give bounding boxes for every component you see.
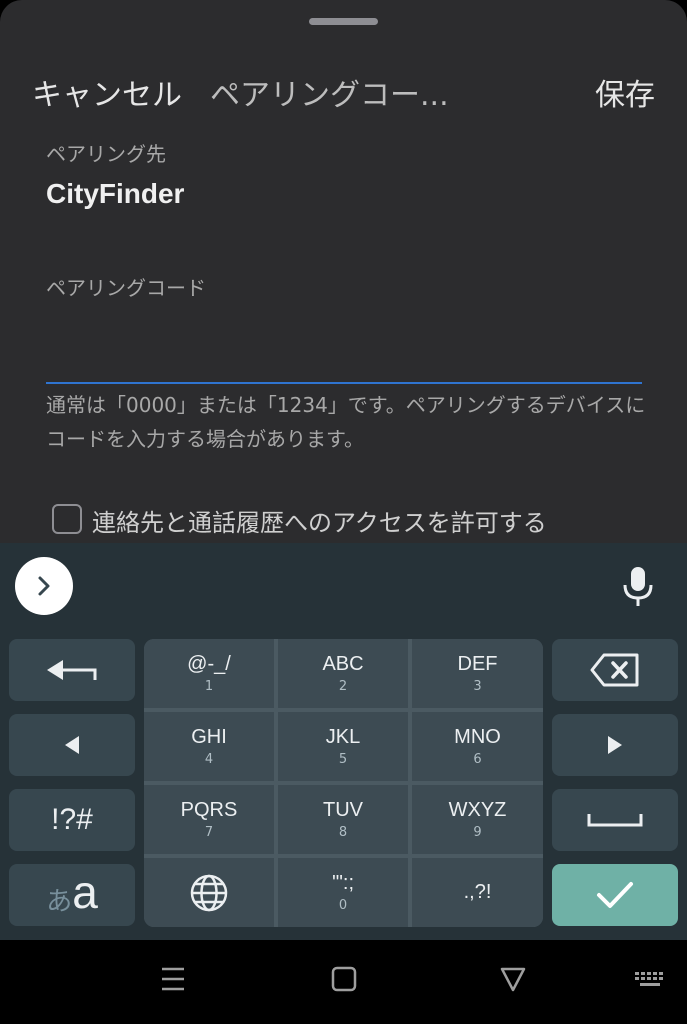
save-button[interactable]: 保存 — [595, 74, 655, 118]
key-5[interactable]: JKL 5 — [278, 712, 408, 781]
microphone-icon[interactable] — [620, 565, 656, 607]
on-screen-keyboard: !?# あ a @-_/ 1 ABC 2 DEF 3 GHI 4 JKL 5 MNO 6 P… — [0, 543, 687, 940]
key-0-sub: 0 — [338, 898, 348, 913]
key-6-main: MNO — [454, 726, 501, 748]
cancel-button[interactable]: キャンセル — [32, 74, 182, 118]
key-3-sub: 3 — [473, 679, 482, 694]
symbols-key[interactable]: !?# — [9, 789, 135, 851]
key-2-main: ABC — [322, 653, 364, 675]
contacts-access-label[interactable]: 連絡先と通話履歴へのアクセスを許可する — [92, 503, 547, 538]
numpad: @-_/ 1 ABC 2 DEF 3 GHI 4 JKL 5 MNO 6 PQRS 7 TUV… — [144, 639, 543, 927]
pairing-target-label: ペアリング先 — [46, 142, 166, 166]
key-5-main: JKL — [325, 726, 361, 748]
pairing-target-value: CityFinder — [46, 178, 185, 209]
key-3-main: DEF — [457, 653, 498, 675]
space-key[interactable] — [552, 789, 678, 851]
cursor-left-key[interactable] — [9, 714, 135, 776]
key-9[interactable]: WXYZ 9 — [412, 785, 543, 854]
key-punctuation-main: .,?! — [463, 881, 492, 903]
key-4-sub: 4 — [204, 752, 214, 767]
home-icon[interactable] — [331, 964, 357, 994]
space-icon — [587, 814, 643, 827]
confirm-key[interactable] — [552, 864, 678, 926]
key-4[interactable]: GHI 4 — [144, 712, 274, 781]
key-3[interactable]: DEF 3 — [412, 639, 543, 708]
backspace-icon — [590, 653, 639, 687]
keyboard-switch-icon[interactable] — [634, 964, 666, 994]
key-2[interactable]: ABC 2 — [278, 639, 408, 708]
checkmark-icon — [597, 882, 633, 908]
key-8-main: TUV — [323, 799, 363, 821]
undo-key[interactable] — [9, 639, 135, 701]
key-1-sub: 1 — [204, 679, 214, 694]
pairing-code-help-text: 通常は「0000」または「1234」です。ペアリングするデバイスにコードを入力す… — [46, 393, 646, 451]
system-navigation-bar — [0, 940, 687, 1024]
expand-toolbar-button[interactable] — [15, 557, 73, 615]
triangle-left-icon — [65, 736, 79, 754]
language-key[interactable] — [144, 858, 274, 927]
key-9-sub: 9 — [473, 825, 482, 840]
key-1[interactable]: @-_/ 1 — [144, 639, 274, 708]
recent-apps-icon[interactable] — [160, 964, 186, 994]
backspace-key[interactable] — [552, 639, 678, 701]
chevron-right-icon — [38, 576, 50, 596]
mode-kana-label: あ — [46, 886, 73, 917]
drag-handle[interactable] — [309, 18, 378, 25]
key-punctuation[interactable]: .,?! — [412, 858, 543, 927]
back-icon[interactable] — [500, 964, 526, 994]
key-4-main: GHI — [191, 726, 227, 748]
key-7[interactable]: PQRS 7 — [144, 785, 274, 854]
pairing-code-label: ペアリングコード — [46, 276, 206, 300]
input-mode-key[interactable]: あ a — [9, 864, 135, 926]
key-7-sub: 7 — [204, 825, 214, 840]
key-7-main: PQRS — [180, 799, 238, 821]
symbols-key-label: !?# — [51, 803, 93, 836]
contacts-access-checkbox[interactable] — [52, 504, 82, 534]
key-5-sub: 5 — [338, 752, 348, 767]
mode-alpha-label: a — [72, 866, 98, 918]
key-2-sub: 2 — [338, 679, 348, 694]
pairing-code-input[interactable] — [46, 300, 642, 384]
key-1-main: @-_/ — [187, 653, 231, 675]
key-8[interactable]: TUV 8 — [278, 785, 408, 854]
key-6[interactable]: MNO 6 — [412, 712, 543, 781]
pairing-dialog: キャンセル ペアリングコー... 保存 ペアリング先 CityFinder ペア… — [0, 0, 687, 543]
return-arrow-icon — [47, 660, 97, 680]
triangle-right-icon — [608, 736, 622, 754]
cursor-right-key[interactable] — [552, 714, 678, 776]
globe-icon — [190, 874, 228, 911]
dialog-title: ペアリングコー... — [210, 78, 449, 113]
key-8-sub: 8 — [338, 825, 348, 840]
key-0-main: '":; — [331, 872, 355, 894]
key-9-main: WXYZ — [448, 799, 507, 821]
key-6-sub: 6 — [473, 752, 482, 767]
key-0[interactable]: '":; 0 — [278, 858, 408, 927]
